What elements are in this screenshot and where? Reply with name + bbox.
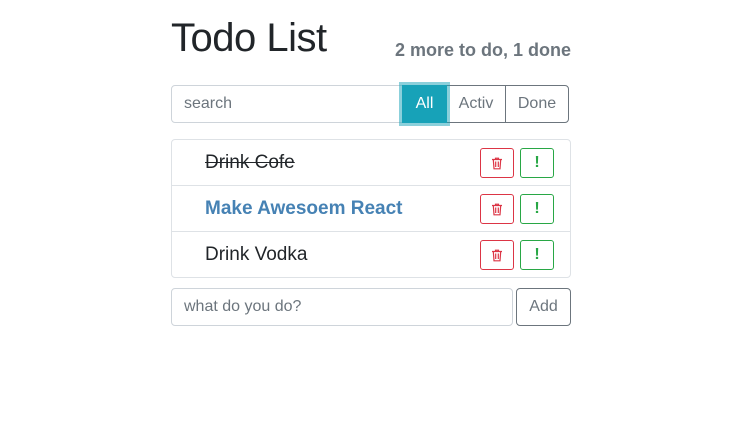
trash-icon xyxy=(492,157,502,169)
filter-all-button[interactable]: All xyxy=(402,85,447,123)
list-item: Drink Vodka ! xyxy=(172,232,570,277)
page-title: Todo List xyxy=(171,16,327,60)
todo-label[interactable]: Drink Cofe xyxy=(205,140,295,185)
list-item: Make Awesoem React ! xyxy=(172,186,570,232)
status-filter-group: All Activ Done xyxy=(402,85,569,123)
list-item: Drink Cofe ! xyxy=(172,140,570,186)
mark-important-button[interactable]: ! xyxy=(520,148,554,178)
todo-label[interactable]: Drink Vodka xyxy=(205,232,307,277)
mark-important-button[interactable]: ! xyxy=(520,240,554,270)
trash-icon xyxy=(492,203,502,215)
add-item-form: Add xyxy=(171,288,571,326)
delete-button[interactable] xyxy=(480,240,514,270)
filter-done-button[interactable]: Done xyxy=(505,85,569,123)
mark-important-button[interactable]: ! xyxy=(520,194,554,224)
search-panel: All Activ Done xyxy=(171,85,571,123)
delete-button[interactable] xyxy=(480,194,514,224)
todo-label[interactable]: Make Awesoem React xyxy=(205,186,403,231)
delete-button[interactable] xyxy=(480,148,514,178)
filter-active-button[interactable]: Activ xyxy=(446,85,506,123)
search-input[interactable] xyxy=(171,85,403,123)
todo-list: Drink Cofe ! Make Awesoem React ! Drink … xyxy=(171,139,571,278)
trash-icon xyxy=(492,249,502,261)
todo-count-status: 2 more to do, 1 done xyxy=(394,40,571,60)
add-button[interactable]: Add xyxy=(516,288,571,326)
new-todo-input[interactable] xyxy=(171,288,513,326)
